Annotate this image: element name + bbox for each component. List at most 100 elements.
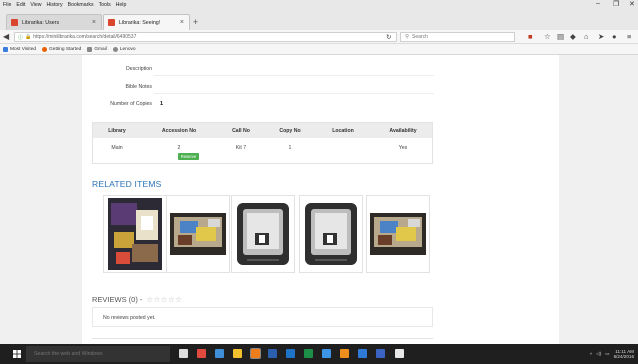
menu-file[interactable]: File — [3, 2, 11, 8]
search-input[interactable] — [412, 34, 503, 40]
hamburger-menu-icon[interactable]: ≡ — [627, 32, 631, 41]
related-item-1[interactable] — [103, 195, 167, 273]
store-icon[interactable] — [215, 349, 224, 358]
tab-title: Librarika: Seeing! — [119, 19, 161, 26]
reviews-dash: - — [139, 295, 143, 304]
file-explorer-icon[interactable] — [233, 349, 242, 358]
kit-photo-image — [170, 213, 226, 255]
media-icon[interactable] — [340, 349, 349, 358]
divider — [154, 93, 434, 94]
column-header-accession-no: Accession No — [161, 128, 197, 134]
back-arrow-icon[interactable]: ◀ — [3, 32, 9, 41]
pocket-icon[interactable]: ◆ — [570, 32, 576, 41]
bookmark-most-visited[interactable]: Most Visited — [3, 46, 37, 52]
tab-librarika-users[interactable]: Librarika: Users × — [6, 14, 102, 30]
box-cover-image — [108, 198, 162, 270]
related-item-5[interactable] — [366, 195, 430, 273]
search-icon: ⚲ — [405, 34, 410, 40]
excel-icon[interactable] — [304, 349, 313, 358]
taskbar-clock[interactable]: 11:11 AM 6/24/2016 — [614, 349, 634, 360]
new-tab-button[interactable]: + — [193, 17, 198, 27]
profile-icon[interactable]: ● — [612, 32, 617, 41]
send-icon[interactable]: ➤ — [598, 32, 604, 41]
divider — [92, 338, 433, 339]
system-tray: ^ ◁) ▭ 11:11 AM 6/24/2016 — [590, 347, 634, 361]
reviews-heading: REVIEWS (0) - ☆☆☆☆☆ — [92, 295, 182, 304]
column-header-library: Library — [108, 128, 126, 134]
menu-bookmarks[interactable]: Bookmarks — [68, 2, 94, 8]
close-tab-icon[interactable]: × — [180, 19, 184, 26]
minimize-button[interactable]: – — [596, 0, 600, 7]
clock-date: 6/24/2016 — [613, 354, 634, 359]
bookmark-star-icon[interactable]: ☆ — [544, 32, 551, 41]
copies-table: Library Accession No Call No Copy No Loc… — [92, 122, 433, 164]
menu-bar: File Edit View History Bookmarks Tools H… — [0, 0, 638, 10]
tab-title: Librarika: Users — [22, 19, 60, 26]
menu-edit[interactable]: Edit — [16, 2, 25, 8]
column-header-location: Location — [332, 128, 354, 134]
app-icon[interactable] — [376, 349, 385, 358]
rating-stars-icon[interactable]: ☆☆☆☆☆ — [146, 295, 182, 304]
windows-search-input[interactable] — [34, 351, 164, 357]
close-window-button[interactable]: ✕ — [629, 0, 635, 8]
photos-icon[interactable] — [358, 349, 367, 358]
no-reviews-text: No reviews posted yet. — [103, 315, 156, 321]
navigation-toolbar: ◀ ⓘ 🔒 https://minilibrarika.com/search/d… — [0, 30, 638, 44]
firefox-icon[interactable] — [250, 348, 261, 359]
url-text[interactable]: https://minilibrarika.com/search/detail/… — [33, 34, 136, 40]
column-header-call-no: Call No — [232, 128, 250, 134]
detail-row-bible-notes: Bible Notes — [82, 80, 559, 94]
maximize-button[interactable]: ❐ — [613, 0, 619, 8]
firefox-icon — [42, 46, 48, 52]
home-icon[interactable]: ⌂ — [584, 32, 589, 41]
outlook-icon[interactable] — [286, 349, 295, 358]
windows-start-icon[interactable] — [13, 350, 21, 358]
info-icon[interactable]: ⓘ — [18, 34, 23, 41]
search-box[interactable]: ⚲ — [400, 32, 515, 42]
3d-printer-image — [237, 203, 289, 265]
menu-view[interactable]: View — [30, 2, 41, 8]
reading-list-icon[interactable]: ▤ — [557, 32, 564, 41]
detail-row-description: Description — [82, 62, 559, 76]
tab-librarika-seeing[interactable]: Librarika: Seeing! × — [103, 14, 190, 30]
menu-tools[interactable]: Tools — [99, 2, 111, 8]
task-view-icon[interactable] — [179, 349, 188, 358]
gmail-icon — [87, 46, 93, 52]
3d-printer-image — [305, 203, 357, 265]
volume-icon[interactable]: ◁) — [596, 351, 601, 357]
notification-icon[interactable]: ▭ — [605, 351, 609, 357]
librarika-favicon-icon — [108, 19, 115, 26]
menu-history[interactable]: History — [46, 2, 62, 8]
content-panel: Description Bible Notes Number of Copies… — [82, 55, 559, 344]
chrome-icon[interactable] — [197, 349, 206, 358]
detail-label: Description — [126, 66, 152, 72]
bookmark-label: Gmail — [94, 46, 107, 52]
bookmark-label: Most Visited — [10, 46, 37, 52]
address-bar[interactable]: ⓘ 🔒 https://minilibrarika.com/search/det… — [14, 32, 397, 42]
edge-icon[interactable] — [322, 349, 331, 358]
bookmark-getting-started[interactable]: Getting Started — [42, 46, 81, 52]
close-tab-icon[interactable]: × — [92, 19, 96, 26]
word-icon[interactable] — [268, 349, 277, 358]
reserve-button[interactable]: Reserve — [178, 153, 199, 160]
menu-help[interactable]: Help — [116, 2, 127, 8]
detail-label: Number of Copies — [110, 101, 152, 107]
bookmark-lenovo[interactable]: Lenovo — [112, 46, 136, 52]
divider — [154, 75, 434, 76]
detail-label: Bible Notes — [125, 84, 152, 90]
detail-value: 1 — [160, 101, 164, 107]
reload-icon[interactable]: ↻ — [386, 33, 391, 41]
column-header-availability: Availability — [389, 128, 417, 134]
bookmark-gmail[interactable]: Gmail — [87, 46, 107, 52]
folder-icon — [3, 46, 8, 52]
windows-taskbar: ^ ◁) ▭ 11:11 AM 6/24/2016 — [0, 344, 638, 364]
related-item-3[interactable] — [231, 195, 295, 273]
related-item-2[interactable] — [166, 195, 230, 273]
extension-icon[interactable]: ■ — [528, 32, 533, 41]
tray-chevron-icon[interactable]: ^ — [590, 352, 592, 357]
related-item-4[interactable] — [299, 195, 363, 273]
bookmarks-bar: Most Visited Getting Started Gmail Lenov… — [0, 44, 638, 55]
table-header: Library Accession No Call No Copy No Loc… — [93, 123, 432, 138]
windows-search-box[interactable] — [26, 346, 170, 362]
steam-icon[interactable] — [395, 349, 404, 358]
